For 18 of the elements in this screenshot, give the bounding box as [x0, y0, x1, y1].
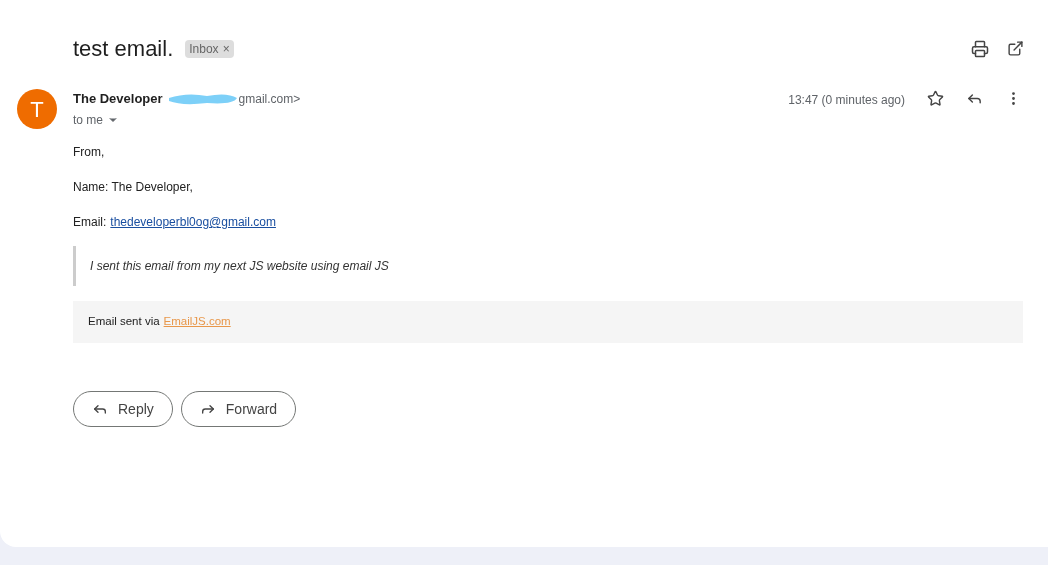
- star-icon[interactable]: [927, 90, 944, 107]
- email-subject: test email.: [73, 35, 174, 63]
- email-link[interactable]: thedeveloperbl0og@gmail.com: [110, 213, 276, 231]
- sender-avatar: T: [17, 89, 57, 129]
- quoted-message: I sent this email from my next JS website using email JS: [90, 259, 389, 273]
- email-label: Email:: [73, 214, 107, 231]
- timestamp: 13:47 (0 minutes ago): [788, 92, 905, 109]
- open-in-new-window-icon[interactable]: [1007, 40, 1024, 57]
- remove-label-button[interactable]: ×: [222, 39, 230, 58]
- body-text: Name: The Developer,: [73, 179, 194, 196]
- body-text: From,: [73, 144, 106, 161]
- footer-text: Email sent via: [88, 314, 160, 330]
- recipient-dropdown[interactable]: to me: [73, 110, 119, 129]
- sender-name: The Developer: [73, 90, 163, 108]
- print-icon[interactable]: [971, 39, 989, 58]
- label-text: Inbox: [189, 40, 219, 58]
- inbox-label[interactable]: Inbox ×: [185, 39, 234, 58]
- sender-address: gmail.com>: [238, 90, 301, 108]
